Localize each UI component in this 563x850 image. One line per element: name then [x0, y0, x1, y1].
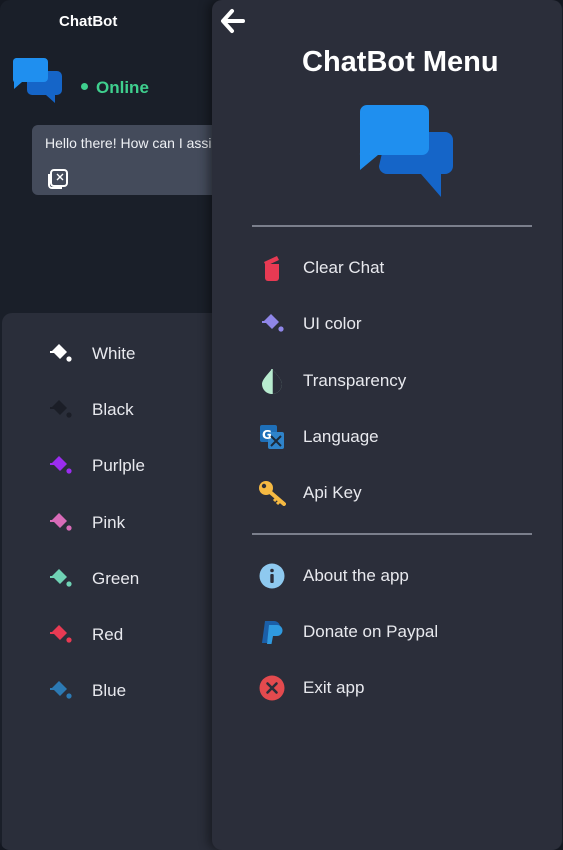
- info-icon: [258, 562, 286, 590]
- color-option-label: Pink: [92, 513, 126, 532]
- color-option-green[interactable]: Green: [47, 564, 139, 594]
- paint-bucket-icon: [50, 344, 72, 362]
- online-status-label: Online: [96, 78, 149, 97]
- svg-text:G: G: [262, 428, 272, 442]
- menu-item-label: Clear Chat: [303, 258, 385, 277]
- paint-bucket-icon: [50, 569, 72, 587]
- paint-bucket-icon: [50, 400, 72, 418]
- menu-drawer: ChatBot Menu Clear Chat UI color Transpa…: [212, 0, 562, 850]
- paint-bucket-icon: [50, 625, 72, 643]
- close-circle-icon: [258, 674, 286, 702]
- menu-item-label: Exit app: [303, 678, 365, 697]
- key-icon: [258, 479, 286, 507]
- menu-item-label: Language: [303, 427, 379, 446]
- online-status: Online: [81, 78, 149, 98]
- app-title: ChatBot: [59, 13, 118, 30]
- exit-app-button[interactable]: Exit app: [258, 672, 364, 704]
- paint-bucket-icon: [50, 513, 72, 531]
- menu-item-label: About the app: [303, 566, 409, 585]
- color-option-red[interactable]: Red: [47, 620, 123, 650]
- color-option-label: Blue: [92, 681, 127, 700]
- menu-item-label: Api Key: [303, 483, 362, 502]
- menu-item-label: Donate on Paypal: [303, 622, 439, 641]
- paypal-icon: [258, 618, 286, 646]
- menu-divider: [252, 533, 532, 535]
- donate-paypal-button[interactable]: Donate on Paypal: [258, 616, 438, 648]
- clear-chat-button[interactable]: Clear Chat: [258, 252, 384, 284]
- ui-color-button[interactable]: UI color: [258, 308, 362, 340]
- color-option-label: Green: [92, 569, 140, 588]
- chat-logo-icon: [359, 105, 453, 197]
- back-arrow-icon[interactable]: [220, 8, 246, 34]
- color-option-label: Black: [92, 400, 134, 419]
- opacity-icon: [258, 367, 286, 395]
- color-option-blue[interactable]: Blue: [47, 676, 126, 706]
- color-option-white[interactable]: White: [47, 339, 135, 369]
- color-option-label: Red: [92, 625, 124, 644]
- trash-can-icon: [258, 254, 286, 282]
- paint-bucket-icon: [50, 681, 72, 699]
- copy-icon[interactable]: [45, 167, 71, 191]
- color-option-label: White: [92, 344, 136, 363]
- color-option-black[interactable]: Black: [47, 395, 134, 425]
- language-button[interactable]: G Language: [258, 421, 379, 453]
- drawer-title: ChatBot Menu: [302, 46, 499, 78]
- color-option-label: Purlple: [92, 456, 145, 475]
- online-dot: [81, 83, 88, 91]
- api-key-button[interactable]: Api Key: [258, 477, 362, 509]
- chat-logo-icon: [13, 58, 62, 103]
- menu-divider: [252, 225, 532, 227]
- color-option-purple[interactable]: Purlple: [47, 451, 145, 481]
- translate-icon: G: [258, 423, 286, 451]
- menu-item-label: Transparency: [303, 371, 407, 390]
- ui-color-submenu: White Black Purlple Pink Green Red Blue: [2, 313, 232, 850]
- paint-bucket-icon: [50, 456, 72, 474]
- menu-item-label: UI color: [303, 314, 362, 333]
- paint-bucket-icon: [258, 310, 286, 338]
- transparency-button[interactable]: Transparency: [258, 365, 406, 397]
- about-app-button[interactable]: About the app: [258, 560, 409, 592]
- color-option-pink[interactable]: Pink: [47, 508, 125, 538]
